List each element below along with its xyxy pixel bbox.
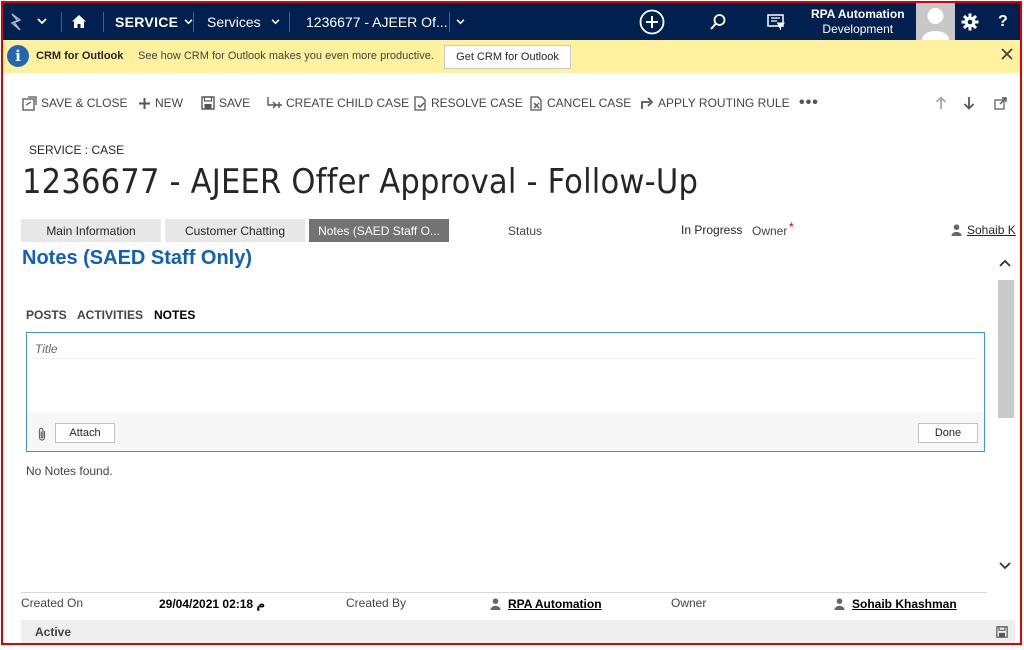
nav-divider xyxy=(289,12,290,32)
close-icon[interactable] xyxy=(1001,47,1013,64)
status-value: In Progress xyxy=(681,223,743,237)
note-editor: Title Attach Done xyxy=(26,332,985,452)
tab-posts[interactable]: POSTS xyxy=(26,308,67,322)
info-icon: i xyxy=(7,45,29,67)
next-record-icon[interactable] xyxy=(963,86,975,120)
save-close-button[interactable]: SAVE & CLOSE xyxy=(22,86,127,120)
note-title-input[interactable]: Title xyxy=(35,342,58,356)
footer-owner-label: Owner xyxy=(671,596,707,610)
advanced-find-icon[interactable] xyxy=(767,3,787,40)
created-by-name: RPA Automation xyxy=(508,597,602,611)
dynamics-logo-icon[interactable] xyxy=(9,3,29,40)
resolve-icon xyxy=(414,95,426,111)
create-plus-icon[interactable] xyxy=(639,3,665,40)
section-title: Notes (SAED Staff Only) xyxy=(22,247,253,269)
nav-divider xyxy=(193,12,194,32)
notification-bar: i CRM for Outlook See how CRM for Outloo… xyxy=(3,40,1020,73)
module-label: SERVICE xyxy=(115,13,179,30)
required-asterisk: * xyxy=(789,220,794,234)
user-icon xyxy=(951,224,962,236)
note-editor-footer: Attach Done xyxy=(27,412,984,451)
paperclip-icon[interactable] xyxy=(37,427,47,444)
more-commands-icon[interactable]: ••• xyxy=(799,86,819,120)
nav-divider xyxy=(449,12,450,32)
divider xyxy=(21,592,987,593)
created-by-link[interactable]: RPA Automation xyxy=(490,597,602,611)
module-menu[interactable]: SERVICE xyxy=(115,3,193,40)
divider xyxy=(35,358,975,359)
save-icon xyxy=(201,96,215,110)
org-name: RPA Automation xyxy=(811,6,905,21)
cancel-label: CANCEL CASE xyxy=(547,96,632,110)
notification-title: CRM for Outlook xyxy=(36,50,124,62)
create-child-label: CREATE CHILD CASE xyxy=(286,96,410,110)
gear-icon[interactable] xyxy=(961,3,981,40)
nav-divider xyxy=(103,12,104,32)
user-info[interactable]: RPA Automation Development xyxy=(811,3,905,40)
record-breadcrumb[interactable]: 1236677 - AJEER Of... xyxy=(306,3,448,40)
chevron-down-icon[interactable] xyxy=(456,3,465,40)
scroll-thumb[interactable] xyxy=(998,280,1014,418)
routing-label: APPLY ROUTING RULE xyxy=(658,96,790,110)
chevron-down-icon xyxy=(184,18,193,24)
previous-record-icon[interactable] xyxy=(935,86,947,120)
tab-customer-chatting[interactable]: Customer Chatting xyxy=(165,219,305,242)
area-link[interactable]: Services xyxy=(207,3,261,40)
status-bar: Active xyxy=(21,620,1015,644)
vertical-scrollbar[interactable] xyxy=(996,254,1014,577)
save-close-icon xyxy=(22,95,37,111)
command-bar: SAVE & CLOSE NEW SAVE CREATE CHILD CASE … xyxy=(3,86,1020,120)
chevron-down-icon[interactable] xyxy=(271,3,280,40)
apply-routing-rule-button[interactable]: APPLY ROUTING RULE xyxy=(640,86,790,120)
record-state: Active xyxy=(35,625,72,639)
nav-divider xyxy=(61,12,62,32)
page-title: 1236677 - AJEER Offer Approval - Follow-… xyxy=(22,162,699,202)
user-icon xyxy=(490,598,501,610)
home-icon[interactable] xyxy=(71,3,91,40)
save-icon[interactable] xyxy=(996,626,1008,641)
top-nav-bar: SERVICE Services 1236677 - AJEER Of... R… xyxy=(3,3,1020,40)
search-icon[interactable] xyxy=(709,3,729,40)
scroll-down-icon[interactable] xyxy=(998,559,1012,573)
user-icon xyxy=(834,598,845,610)
cancel-icon xyxy=(530,95,542,111)
created-by-label: Created By xyxy=(346,596,407,610)
created-on-value: 29/04/2021 02:18 م xyxy=(159,597,266,611)
child-case-icon xyxy=(267,97,282,109)
tab-notes-pane[interactable]: NOTES xyxy=(154,308,195,322)
chevron-down-icon[interactable] xyxy=(37,3,47,40)
entity-label: SERVICE : CASE xyxy=(29,143,125,157)
tab-activities[interactable]: ACTIVITIES xyxy=(77,308,143,322)
owner-link[interactable]: Sohaib K xyxy=(951,223,1016,237)
footer-owner-name: Sohaib Khashman xyxy=(852,597,957,611)
tab-main-information[interactable]: Main Information xyxy=(21,219,161,242)
avatar[interactable] xyxy=(916,3,955,40)
create-child-case-button[interactable]: CREATE CHILD CASE xyxy=(266,86,409,120)
attach-button[interactable]: Attach xyxy=(55,423,115,443)
scroll-up-icon[interactable] xyxy=(998,256,1012,270)
routing-icon xyxy=(641,97,654,109)
done-button[interactable]: Done xyxy=(918,423,978,443)
new-label: NEW xyxy=(155,96,183,110)
notification-message: See how CRM for Outlook makes you even m… xyxy=(138,50,434,62)
resolve-label: RESOLVE CASE xyxy=(431,96,523,110)
resolve-case-button[interactable]: RESOLVE CASE xyxy=(413,86,523,120)
save-button[interactable]: SAVE xyxy=(201,86,250,120)
owner-name: Sohaib K xyxy=(967,223,1016,237)
save-label: SAVE xyxy=(219,96,251,110)
get-crm-outlook-button[interactable]: Get CRM for Outlook xyxy=(444,45,571,69)
empty-state-text: No Notes found. xyxy=(26,464,113,478)
environment-name: Development xyxy=(822,21,894,36)
owner-label: Owner xyxy=(752,224,788,238)
new-button[interactable]: NEW xyxy=(138,86,183,120)
tab-notes[interactable]: Notes (SAED Staff O... xyxy=(309,219,449,242)
help-icon[interactable]: ? xyxy=(998,3,1014,40)
plus-icon xyxy=(139,97,150,109)
cancel-case-button[interactable]: CANCEL CASE xyxy=(529,86,631,120)
created-on-label: Created On xyxy=(21,596,84,610)
footer-owner-link[interactable]: Sohaib Khashman xyxy=(834,597,957,611)
popout-icon[interactable] xyxy=(994,86,1007,120)
save-close-label: SAVE & CLOSE xyxy=(41,96,128,110)
status-label: Status xyxy=(508,224,543,238)
